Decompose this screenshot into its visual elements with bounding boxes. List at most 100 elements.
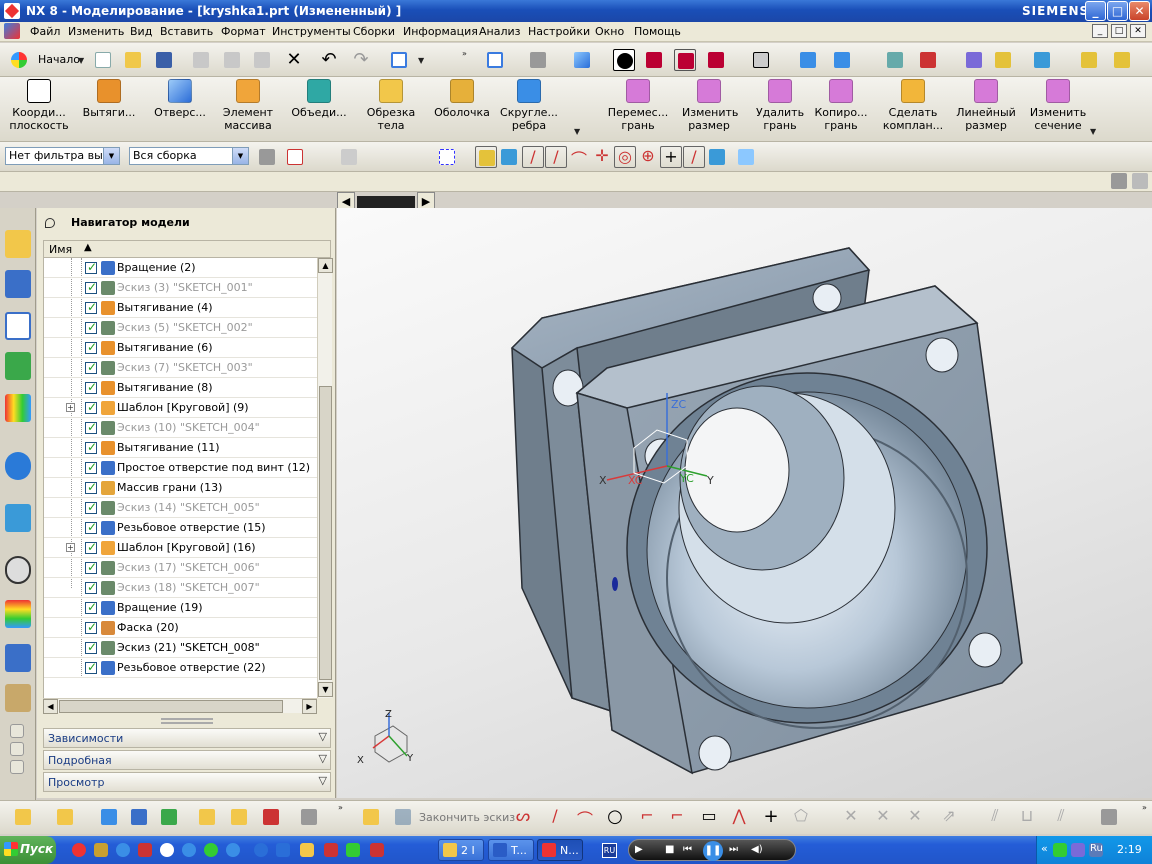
visibility-checkbox[interactable] [85,560,97,574]
mid-point-icon[interactable]: / [545,146,567,168]
menu-window[interactable]: Окно [595,25,624,38]
clock-icon[interactable] [5,556,31,584]
control-point-icon[interactable]: ⌒ [568,146,590,169]
previous-icon[interactable]: ⏮ [683,844,692,855]
section-view-icon[interactable] [643,49,665,71]
visibility-checkbox[interactable] [85,260,97,274]
visibility-checkbox[interactable] [85,340,97,354]
chamfer-icon[interactable]: ⌐ [666,806,688,828]
visibility-checkbox[interactable] [85,280,97,294]
menu-edit[interactable]: Изменить [68,25,124,38]
tray-icon[interactable] [1071,843,1085,857]
visibility-checkbox[interactable] [85,420,97,434]
sync-toolbar-more-icon[interactable]: ▼ [1090,127,1096,136]
clearance-icon[interactable] [298,806,320,828]
angle-ruler-icon[interactable] [1111,49,1133,71]
wcs-icon[interactable] [917,49,939,71]
doc-close-button[interactable]: ✕ [1130,24,1146,38]
browser-icon[interactable] [116,843,130,857]
task-explorer[interactable]: 2 I [438,839,484,861]
cmd-finder-icon[interactable] [388,49,410,71]
delete-icon[interactable]: ✕ [283,49,305,71]
app-icon[interactable] [138,843,152,857]
wave-icon[interactable] [260,806,282,828]
derived-line-icon[interactable]: ⫽ [1050,806,1072,828]
mirror-curve-icon[interactable]: ⊔ [1016,806,1038,828]
history-icon[interactable] [5,504,31,532]
panel-resize-grip[interactable] [161,718,213,724]
start-menu-label[interactable]: Начало [38,53,80,66]
resource-bar-menu-icon[interactable] [10,742,24,756]
panel-details[interactable]: Подробная ▽ [43,750,331,770]
visibility-checkbox[interactable] [85,600,97,614]
shaded-edges-icon[interactable] [527,49,549,71]
analysis-icon[interactable] [992,49,1014,71]
polyline-icon[interactable]: ⋀ [728,806,750,828]
app-icon[interactable] [370,843,384,857]
app-icon[interactable] [346,843,360,857]
unite-button[interactable]: Объеди... [290,79,348,119]
new-file-icon[interactable] [92,49,114,71]
close-button[interactable]: ✕ [1129,1,1150,21]
app-icon[interactable] [276,843,290,857]
scroll-thumb[interactable] [319,386,332,680]
visibility-checkbox[interactable] [85,400,97,414]
totalcmd-icon[interactable] [94,843,108,857]
layer-settings-icon[interactable] [831,49,853,71]
arc-center-icon[interactable]: ◎ [614,146,636,168]
tree-row[interactable]: Эскиз (14) "SKETCH_005" [44,498,318,518]
rectangle-icon[interactable]: ▭ [698,806,720,828]
web-browser-icon[interactable] [5,452,31,480]
extrude-button[interactable]: Вытяги... [78,79,140,119]
tree-row[interactable]: Эскиз (10) "SKETCH_004" [44,418,318,438]
overflow-icon[interactable]: » [1142,803,1147,812]
pattern-feature-button[interactable]: Элемент массива [220,79,276,132]
start-button[interactable]: Пуск [0,836,56,864]
general-selection-icon[interactable] [284,146,306,168]
move-component-icon[interactable] [98,806,120,828]
assembly-navigator-icon[interactable] [5,230,31,258]
point-icon[interactable]: + [760,806,782,828]
toolbar-overflow-icon[interactable]: » [462,49,467,58]
opera-icon[interactable] [72,843,86,857]
language-indicator[interactable]: RU [602,843,617,858]
selection-scope-select[interactable]: Вся сборка ▼ [129,147,249,165]
tree-row[interactable]: Массив грани (13) [44,478,318,498]
shell-button[interactable]: Оболочка [434,79,490,119]
tree-row[interactable]: Эскиз (18) "SKETCH_007" [44,578,318,598]
scroll-left-icon[interactable]: ◀ [43,699,58,714]
app-icon[interactable] [182,843,196,857]
cut-icon[interactable] [190,49,212,71]
menu-file[interactable]: Файл [30,25,60,38]
visibility-checkbox[interactable] [85,360,97,374]
constraints-icon[interactable] [1098,806,1120,828]
expand-icon[interactable]: + [66,543,75,552]
part-navigator-icon[interactable] [5,312,31,340]
menu-preferences[interactable]: Настройки [528,25,590,38]
point-on-face-icon[interactable] [706,146,728,168]
paste-icon[interactable] [251,49,273,71]
doc-restore-button[interactable]: □ [1111,24,1127,38]
tree-horizontal-scrollbar[interactable]: ◀ ▶ [43,698,317,714]
circle-icon[interactable]: ○ [604,806,626,828]
fit-view-icon[interactable] [484,49,506,71]
scroll-up-icon[interactable] [10,724,24,738]
fullscreen-icon[interactable] [1131,172,1149,190]
ie-icon[interactable] [226,843,240,857]
scroll-down-icon[interactable] [10,760,24,774]
tree-row[interactable]: Вытягивание (8) [44,378,318,398]
select-body-icon[interactable] [338,146,360,168]
minimize-button[interactable]: _ [1085,1,1106,21]
menu-analysis[interactable]: Анализ [479,25,521,38]
play-icon[interactable]: ▶ [635,844,643,855]
tray-expand-icon[interactable]: « [1041,842,1048,855]
render-style-icon[interactable] [613,49,635,71]
ruler-icon[interactable] [1078,49,1100,71]
stop-icon[interactable]: ■ [665,844,674,855]
tree-vertical-scrollbar[interactable]: ▲ ▼ [317,258,333,698]
h-scroll-thumb[interactable] [59,700,283,713]
tree-row[interactable]: Эскиз (3) "SKETCH_001" [44,278,318,298]
constraint-icon[interactable] [158,806,180,828]
expand-icon[interactable]: + [66,403,75,412]
app-icon[interactable] [324,843,338,857]
